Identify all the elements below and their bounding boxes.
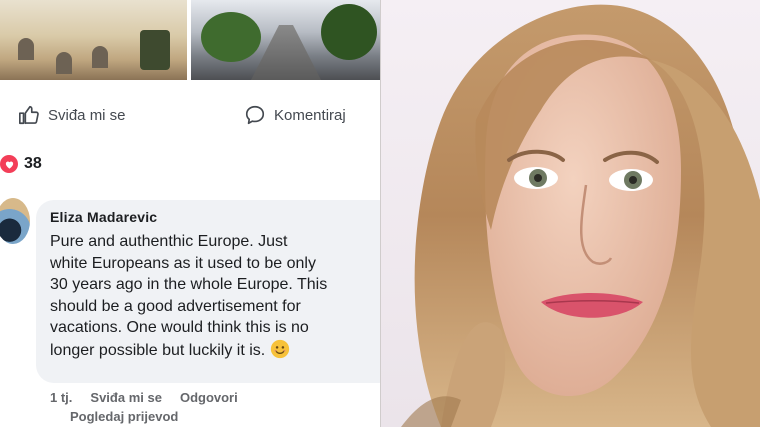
comment-meta: 1 tj. Sviđa mi se Odgovori (50, 390, 238, 405)
see-translation-link[interactable]: Pogledaj prijevod (70, 409, 178, 424)
post-photo-street[interactable] (191, 0, 380, 80)
portrait-illustration (401, 4, 760, 427)
heart-icon (0, 155, 18, 173)
comment-author[interactable]: Eliza Madarevic (50, 209, 157, 225)
comment-like-link[interactable]: Sviđa mi se (90, 390, 162, 405)
comment-reply-link[interactable]: Odgovori (180, 390, 238, 405)
comment-bubble: Eliza Madarevic Pure and authenthic Euro… (36, 200, 380, 383)
thumbs-up-icon (19, 105, 39, 125)
post-photo-building[interactable] (0, 0, 187, 80)
comment-timestamp[interactable]: 1 tj. (50, 390, 72, 405)
portrait-photo (381, 0, 760, 427)
reaction-summary[interactable]: 38 (0, 152, 42, 176)
avatar[interactable] (0, 198, 30, 244)
speech-bubble-icon (245, 105, 265, 125)
comment-text-wrap: Pure and authenthic Europe. Just white E… (50, 231, 380, 361)
smiling-face-icon (270, 339, 289, 358)
comment-button[interactable]: Komentiraj (244, 104, 346, 126)
facebook-post-screenshot: Sviđa mi se Komentiraj 38 Eliza Madarevi… (0, 0, 380, 427)
like-button[interactable]: Sviđa mi se (18, 104, 126, 126)
post-photos (0, 0, 380, 80)
reaction-count: 38 (24, 155, 42, 172)
like-button-label: Sviđa mi se (48, 106, 126, 124)
comment-button-label: Komentiraj (274, 106, 346, 124)
post-action-bar: Sviđa mi se Komentiraj (0, 100, 380, 134)
